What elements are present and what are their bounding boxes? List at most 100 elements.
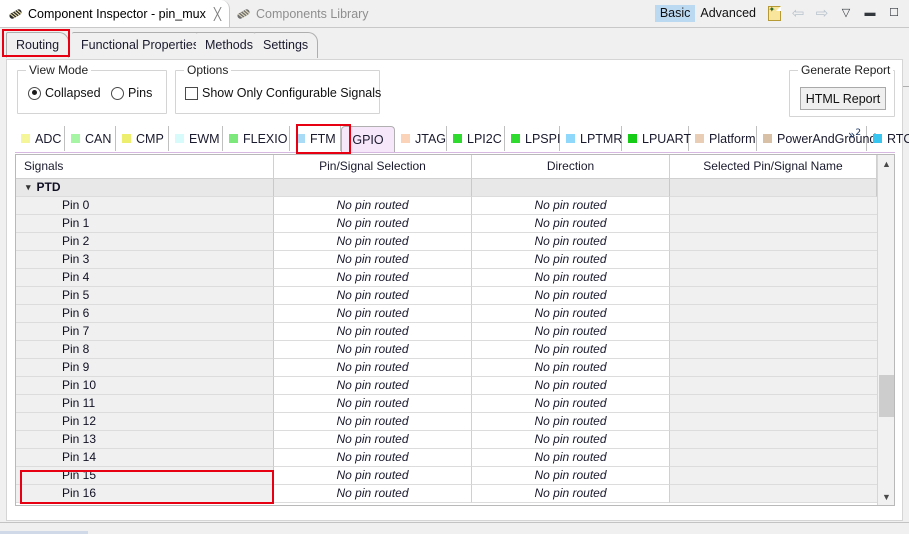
table-column-header[interactable]: Pin/Signal Selection: [274, 155, 472, 178]
cell-direction[interactable]: No pin routed: [472, 215, 670, 233]
peripheral-tab-rtc[interactable]: RTC: [867, 126, 909, 151]
cell-pin-signal-selection[interactable]: No pin routed: [274, 413, 472, 431]
peripheral-tab-ftm[interactable]: FTM: [290, 126, 341, 151]
cell-selected-pin-signal-name: [670, 449, 877, 467]
tab-functional-properties[interactable]: Functional Properties: [72, 32, 210, 58]
peripheral-tab-lpi2c[interactable]: LPI2C: [447, 126, 505, 151]
cell-direction[interactable]: No pin routed: [472, 197, 670, 215]
cell-direction[interactable]: No pin routed: [472, 485, 670, 503]
table-row[interactable]: Pin 12 No pin routed No pin routed: [16, 413, 877, 431]
cell-pin-signal-selection[interactable]: No pin routed: [274, 269, 472, 287]
cell-pin-signal-selection[interactable]: No pin routed: [274, 467, 472, 485]
table-column-header[interactable]: Selected Pin/Signal Name: [670, 155, 877, 178]
maximize-icon[interactable]: ☐: [883, 3, 905, 25]
table-row[interactable]: Pin 13 No pin routed No pin routed: [16, 431, 877, 449]
cell-pin-signal-selection[interactable]: No pin routed: [274, 305, 472, 323]
cell-selected-pin-signal-name: [670, 467, 877, 485]
peripheral-tab-gpio[interactable]: GPIO: [341, 126, 395, 152]
cell-pin-signal-selection[interactable]: No pin routed: [274, 215, 472, 233]
table-row[interactable]: Pin 10 No pin routed No pin routed: [16, 377, 877, 395]
chevron-down-icon[interactable]: ▾: [26, 179, 31, 196]
peripheral-color-swatch-icon: [453, 134, 462, 143]
cell-direction[interactable]: No pin routed: [472, 359, 670, 377]
cell-direction[interactable]: No pin routed: [472, 251, 670, 269]
table-row[interactable]: Pin 16 No pin routed No pin routed: [16, 485, 877, 503]
cell-pin-signal-selection[interactable]: No pin routed: [274, 233, 472, 251]
table-row[interactable]: Pin 0 No pin routed No pin routed: [16, 197, 877, 215]
mode-button-basic[interactable]: Basic: [654, 4, 696, 23]
table-row[interactable]: Pin 1 No pin routed No pin routed: [16, 215, 877, 233]
table-vertical-scrollbar[interactable]: ▲ ▼: [877, 155, 894, 505]
cell-pin-signal-selection[interactable]: No pin routed: [274, 287, 472, 305]
cell-direction[interactable]: No pin routed: [472, 269, 670, 287]
scroll-up-icon[interactable]: ▲: [878, 155, 894, 172]
tab-routing[interactable]: Routing: [6, 32, 70, 58]
cell-pin-signal-selection[interactable]: No pin routed: [274, 251, 472, 269]
tab-settings[interactable]: Settings: [254, 32, 319, 58]
cell-direction[interactable]: No pin routed: [472, 395, 670, 413]
checkbox-show-only-configurable-signals[interactable]: Show Only Configurable Signals: [185, 86, 381, 100]
cell-direction[interactable]: No pin routed: [472, 323, 670, 341]
peripheral-tab-jtag[interactable]: JTAG: [395, 126, 447, 151]
scroll-down-icon[interactable]: ▼: [878, 488, 894, 505]
cell-pin-signal-selection[interactable]: No pin routed: [274, 197, 472, 215]
forward-arrow-icon[interactable]: ⇨: [811, 3, 833, 25]
cell-pin-signal-selection[interactable]: No pin routed: [274, 395, 472, 413]
cell-pin-signal-selection[interactable]: No pin routed: [274, 431, 472, 449]
peripheral-tab-lpuart[interactable]: LPUART: [622, 126, 691, 151]
cell-direction[interactable]: No pin routed: [472, 305, 670, 323]
table-row[interactable]: Pin 8 No pin routed No pin routed: [16, 341, 877, 359]
cell-direction[interactable]: No pin routed: [472, 449, 670, 467]
table-column-header[interactable]: Direction: [472, 155, 670, 178]
peripheral-tab-adc[interactable]: ADC: [15, 126, 65, 151]
cell-pin-signal-selection[interactable]: No pin routed: [274, 377, 472, 395]
cell-direction[interactable]: No pin routed: [472, 233, 670, 251]
peripheral-tab-platform[interactable]: Platform: [689, 126, 757, 151]
table-row[interactable]: Pin 11 No pin routed No pin routed: [16, 395, 877, 413]
cell-pin-signal-selection[interactable]: No pin routed: [274, 449, 472, 467]
table-row[interactable]: Pin 7 No pin routed No pin routed: [16, 323, 877, 341]
cell-direction[interactable]: No pin routed: [472, 413, 670, 431]
cell-pin-signal-selection[interactable]: No pin routed: [274, 323, 472, 341]
editor-tab-component-inspector[interactable]: Component Inspector - pin_mux ╳: [0, 0, 231, 28]
radio-collapsed[interactable]: Collapsed: [28, 86, 101, 100]
cell-selected-pin-signal-name: [670, 485, 877, 503]
table-row[interactable]: Pin 9 No pin routed No pin routed: [16, 359, 877, 377]
close-icon[interactable]: ╳: [214, 8, 221, 20]
table-group-row[interactable]: ▾ PTD: [16, 179, 877, 197]
editor-tab-components-library[interactable]: Components Library: [228, 0, 377, 28]
html-report-button[interactable]: HTML Report: [800, 87, 886, 110]
peripheral-tab-flexio[interactable]: FLEXIO: [223, 126, 290, 151]
peripheral-tab-label: CAN: [85, 131, 112, 146]
peripheral-tab-cmp[interactable]: CMP: [116, 126, 169, 151]
peripheral-tab-can[interactable]: CAN: [65, 126, 116, 151]
table-row[interactable]: Pin 6 No pin routed No pin routed: [16, 305, 877, 323]
cell-direction[interactable]: No pin routed: [472, 287, 670, 305]
new-page-icon[interactable]: ✦: [763, 3, 785, 25]
minimize-icon[interactable]: ▬: [859, 3, 881, 25]
peripheral-tab-lpspi[interactable]: LPSPI: [505, 126, 560, 151]
tab-methods[interactable]: Methods: [196, 32, 263, 58]
cell-pin-signal-selection[interactable]: No pin routed: [274, 341, 472, 359]
table-row[interactable]: Pin 4 No pin routed No pin routed: [16, 269, 877, 287]
cell-direction[interactable]: No pin routed: [472, 431, 670, 449]
table-row[interactable]: Pin 14 No pin routed No pin routed: [16, 449, 877, 467]
peripheral-overflow-indicator[interactable]: » 2: [848, 128, 861, 142]
cell-pin-signal-selection[interactable]: No pin routed: [274, 485, 472, 503]
back-arrow-icon[interactable]: ⇦: [787, 3, 809, 25]
view-menu-icon[interactable]: ▽: [835, 3, 857, 25]
cell-direction[interactable]: No pin routed: [472, 467, 670, 485]
cell-direction[interactable]: No pin routed: [472, 341, 670, 359]
table-row[interactable]: Pin 3 No pin routed No pin routed: [16, 251, 877, 269]
scrollbar-thumb[interactable]: [879, 375, 894, 417]
table-column-header[interactable]: Signals: [16, 155, 274, 178]
peripheral-tab-lptmr[interactable]: LPTMR: [560, 126, 622, 151]
cell-direction[interactable]: No pin routed: [472, 377, 670, 395]
table-row[interactable]: Pin 15 No pin routed No pin routed: [16, 467, 877, 485]
mode-button-advanced[interactable]: Advanced: [695, 5, 761, 23]
radio-pins[interactable]: Pins: [111, 86, 152, 100]
cell-pin-signal-selection[interactable]: No pin routed: [274, 359, 472, 377]
table-row[interactable]: Pin 5 No pin routed No pin routed: [16, 287, 877, 305]
table-row[interactable]: Pin 2 No pin routed No pin routed: [16, 233, 877, 251]
peripheral-tab-ewm[interactable]: EWM: [169, 126, 223, 151]
